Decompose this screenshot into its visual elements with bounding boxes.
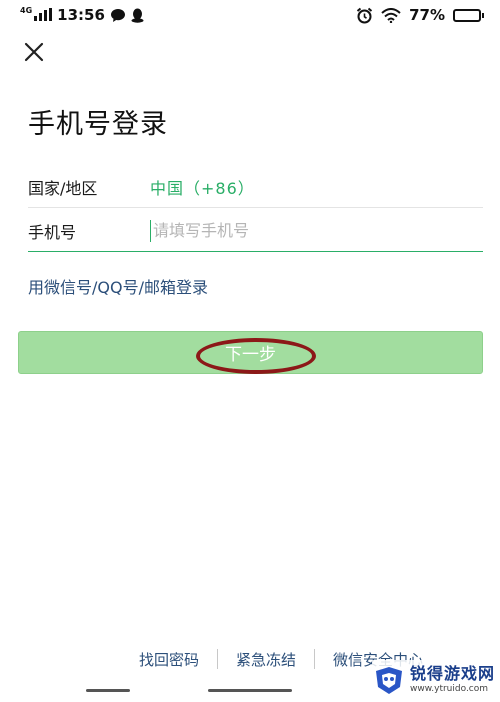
phone-row: 手机号 <box>28 210 483 252</box>
watermark-text: 锐得游戏网 www.ytruido.com <box>410 666 495 694</box>
phone-number-input[interactable] <box>150 219 483 242</box>
watermark-logo-icon <box>376 667 402 694</box>
country-region-selector[interactable]: 中国（+86） <box>150 175 255 199</box>
status-bar-left: 4G 13:56 <box>20 6 144 24</box>
nav-home-indicator[interactable] <box>208 689 292 692</box>
emergency-freeze-link[interactable]: 紧急冻结 <box>218 649 314 670</box>
status-time: 13:56 <box>57 6 105 24</box>
penguin-icon <box>131 8 144 23</box>
country-region-label: 国家/地区 <box>28 178 98 198</box>
page-title: 手机号登录 <box>28 109 168 140</box>
alt-login-link[interactable]: 用微信号/QQ号/邮箱登录 <box>28 274 208 298</box>
watermark: 锐得游戏网 www.ytruido.com <box>372 660 498 700</box>
status-bar: 4G 13:56 77% <box>0 0 500 32</box>
alarm-icon <box>356 7 373 23</box>
network-type: 4G <box>20 5 33 15</box>
wifi-icon <box>381 7 401 23</box>
watermark-title: 锐得游戏网 <box>410 664 496 683</box>
recover-password-link[interactable]: 找回密码 <box>121 649 217 670</box>
country-region-row[interactable]: 国家/地区 中国（+86） <box>28 166 483 208</box>
battery-icon <box>453 8 484 22</box>
close-icon <box>24 42 44 62</box>
watermark-url: www.ytruido.com <box>410 684 489 694</box>
battery-percent: 77% <box>409 6 445 24</box>
status-bar-right: 77% <box>356 6 484 24</box>
signal-icon <box>34 8 53 21</box>
phone-label: 手机号 <box>28 222 77 242</box>
chat-bubble-icon <box>110 8 125 22</box>
nav-back-indicator[interactable] <box>86 689 130 692</box>
close-button[interactable] <box>20 40 48 64</box>
login-screen: 4G 13:56 77% 手机号登录 国家/地区 中国（+86） 手机号 请填写… <box>0 0 500 702</box>
next-button[interactable]: 下一步 <box>18 331 483 374</box>
